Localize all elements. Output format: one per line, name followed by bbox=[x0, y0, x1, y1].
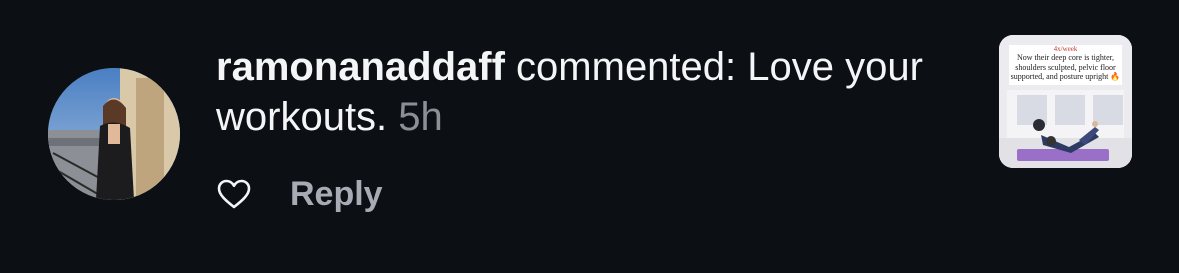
thumbnail-top-text: 4x/week bbox=[1053, 45, 1078, 53]
thumbnail-caption-text: Now their deep core is tighter, shoulder… bbox=[1010, 53, 1121, 81]
comment-notification-row[interactable]: ramonanaddaff commented: Love your worko… bbox=[0, 0, 1179, 273]
timestamp: 5h bbox=[398, 95, 443, 139]
comment-actions: Reply bbox=[216, 172, 383, 216]
avatar[interactable] bbox=[48, 68, 180, 200]
comment-text: ramonanaddaff commented: Love your worko… bbox=[216, 42, 936, 142]
reply-button[interactable]: Reply bbox=[290, 175, 383, 214]
post-thumbnail[interactable]: 4x/week Now their deep core is tighter, … bbox=[999, 35, 1132, 168]
thumbnail-caption: 4x/week Now their deep core is tighter, … bbox=[1009, 45, 1122, 85]
like-button[interactable] bbox=[216, 176, 252, 212]
heart-outline-icon bbox=[217, 179, 251, 209]
avatar-photo bbox=[48, 68, 180, 200]
username[interactable]: ramonanaddaff bbox=[216, 45, 505, 89]
